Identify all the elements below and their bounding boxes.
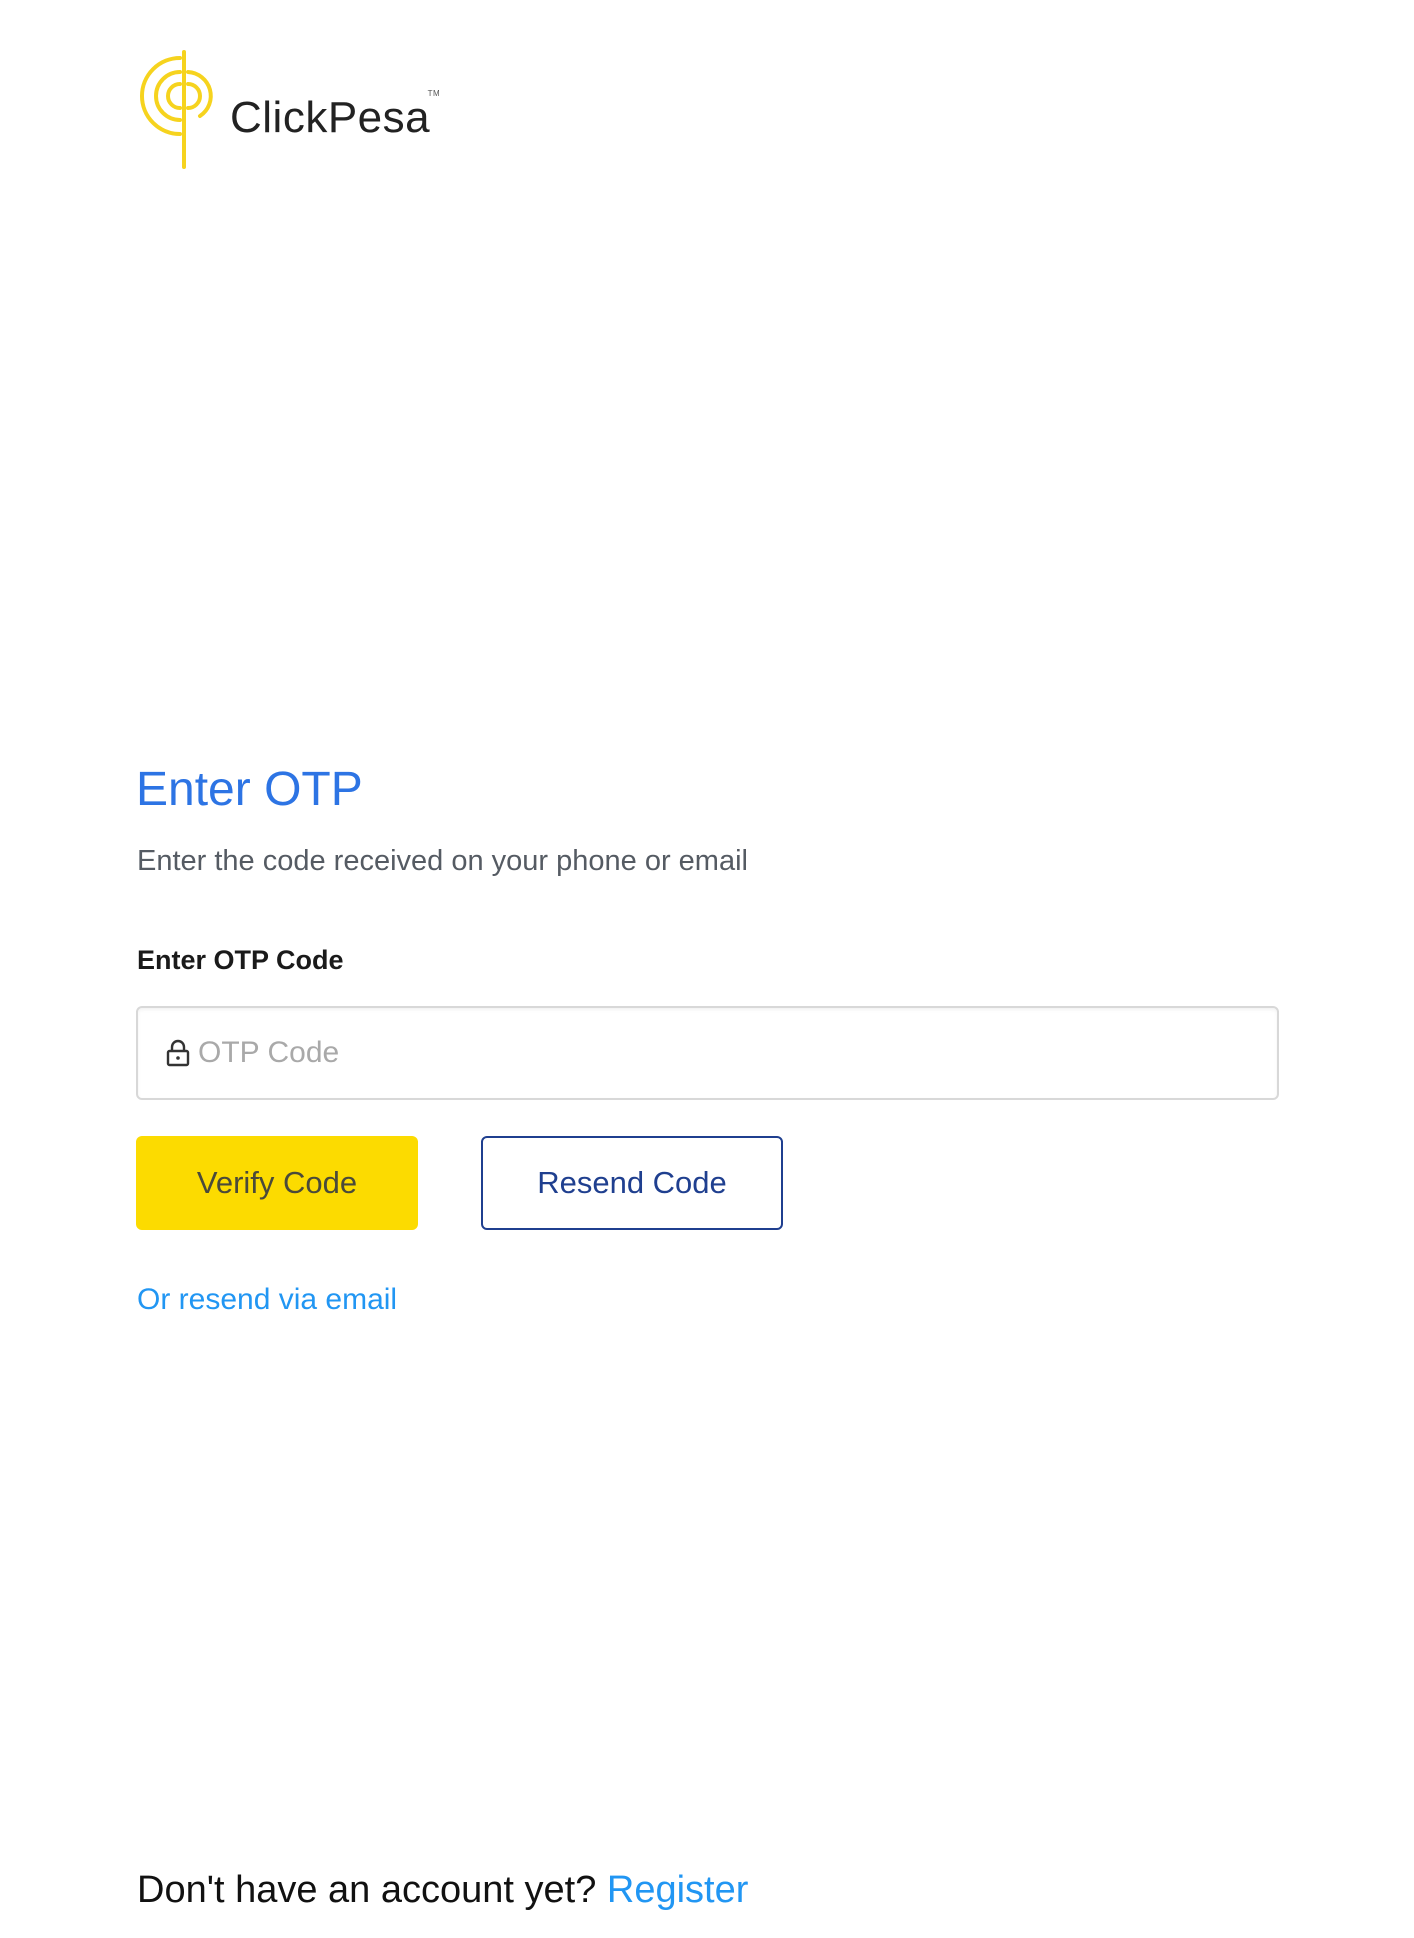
brand-name-text: ClickPesa: [230, 93, 431, 142]
resend-code-button[interactable]: Resend Code: [481, 1136, 783, 1230]
page-subtitle: Enter the code received on your phone or…: [137, 845, 748, 877]
clickpesa-logo-icon: [140, 50, 213, 169]
verify-code-button[interactable]: Verify Code: [136, 1136, 418, 1230]
register-prompt-text: Don't have an account yet?: [137, 1869, 597, 1911]
brand-name: ClickPesa TM: [230, 90, 440, 142]
brand-logo[interactable]: ClickPesa TM: [136, 50, 440, 170]
register-link[interactable]: Register: [607, 1869, 749, 1911]
otp-code-input[interactable]: [198, 1008, 1277, 1098]
otp-field-label: Enter OTP Code: [137, 945, 344, 975]
resend-via-email-link[interactable]: Or resend via email: [137, 1282, 397, 1318]
page-title: Enter OTP: [136, 763, 363, 816]
register-prompt: Don't have an account yet? Register: [137, 1868, 748, 1914]
otp-input-wrapper[interactable]: [136, 1006, 1279, 1100]
trademark-mark: TM: [427, 89, 441, 98]
lock-icon: [166, 1039, 190, 1067]
